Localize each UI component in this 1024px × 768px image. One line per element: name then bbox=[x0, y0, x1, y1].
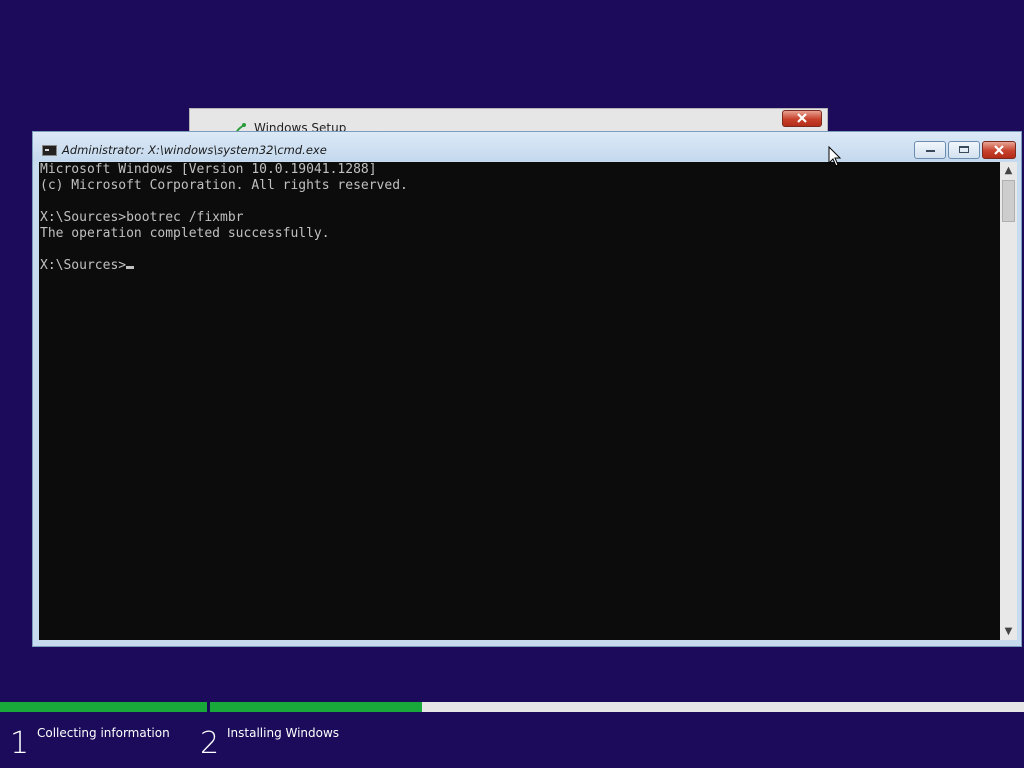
close-icon bbox=[797, 113, 807, 123]
maximize-icon bbox=[959, 146, 969, 153]
text-cursor bbox=[126, 266, 135, 269]
step-number-2: 2 bbox=[200, 726, 220, 761]
step-label-1: Collecting information bbox=[37, 726, 170, 740]
minimize-icon bbox=[926, 150, 935, 152]
step-label-2: Installing Windows bbox=[227, 726, 340, 740]
minimize-button[interactable] bbox=[914, 141, 946, 159]
close-button[interactable] bbox=[982, 141, 1016, 159]
close-icon bbox=[994, 145, 1004, 155]
progress-fill-1 bbox=[0, 702, 207, 712]
console-prompt: X:\Sources> bbox=[40, 258, 127, 273]
cmd-titlebar[interactable]: Administrator: X:\windows\system32\cmd.e… bbox=[33, 132, 1021, 161]
step-number-1: 1 bbox=[10, 726, 30, 761]
setup-steps: 1 Collecting information 2 Installing Wi… bbox=[0, 712, 1024, 768]
scroll-thumb[interactable] bbox=[1002, 180, 1015, 222]
vertical-scrollbar[interactable]: ▲ ▼ bbox=[1000, 162, 1017, 640]
progress-segment-2 bbox=[210, 702, 1024, 712]
console-line: X:\Sources>bootrec /fixmbr bbox=[40, 210, 244, 225]
console-line: (c) Microsoft Corporation. All rights re… bbox=[40, 178, 408, 193]
setup-close-button[interactable] bbox=[782, 110, 822, 127]
maximize-button[interactable] bbox=[948, 141, 980, 159]
scroll-down-icon[interactable]: ▼ bbox=[1000, 623, 1017, 640]
cmd-window[interactable]: Administrator: X:\windows\system32\cmd.e… bbox=[32, 131, 1022, 647]
setup-desktop: Windows Setup Administrator: X:\windows\… bbox=[0, 0, 1024, 768]
scroll-up-icon[interactable]: ▲ bbox=[1000, 162, 1017, 179]
console-line: The operation completed successfully. bbox=[40, 226, 330, 241]
progress-fill-2 bbox=[210, 702, 422, 712]
progress-segment-1 bbox=[0, 702, 207, 712]
cmd-window-title: Administrator: X:\windows\system32\cmd.e… bbox=[62, 143, 327, 157]
console-output[interactable]: Microsoft Windows [Version 10.0.19041.12… bbox=[39, 162, 1000, 640]
console-line: Microsoft Windows [Version 10.0.19041.12… bbox=[40, 162, 377, 177]
command-prompt-icon bbox=[42, 145, 57, 156]
mouse-pointer-icon bbox=[828, 146, 842, 167]
setup-progress-bar bbox=[0, 702, 1024, 712]
